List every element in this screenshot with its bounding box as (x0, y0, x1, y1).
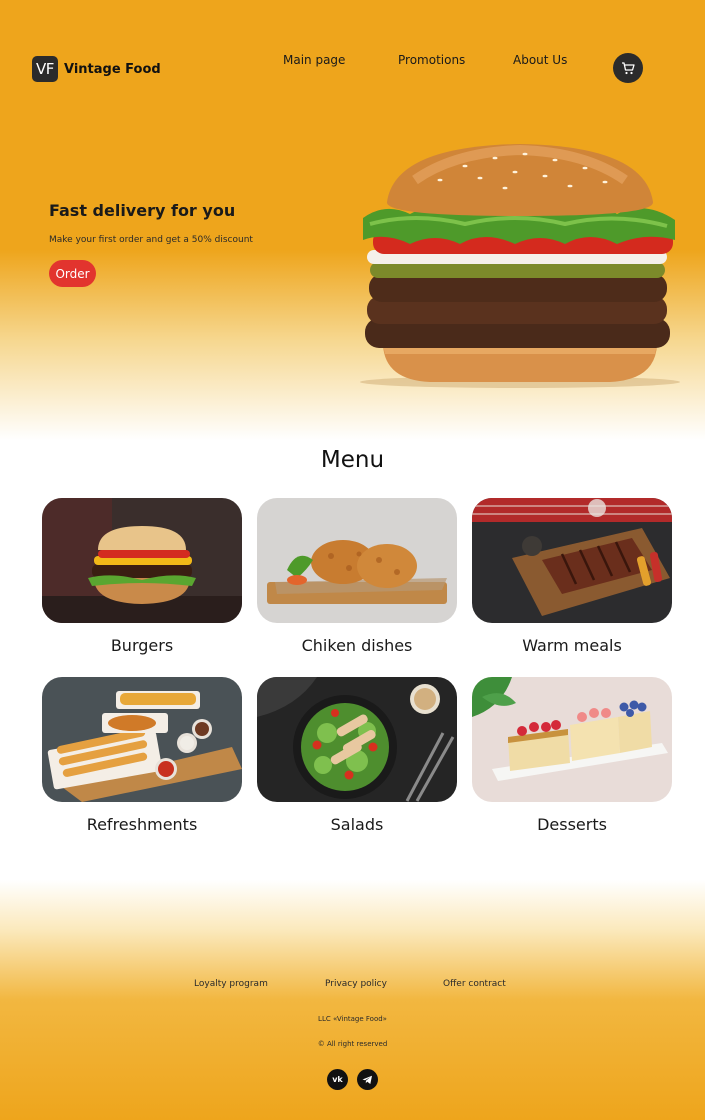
menu-label-warm-meals: Warm meals (522, 636, 622, 655)
footer-copyright: © All right reserved (317, 1040, 388, 1048)
fried-snacks-photo (42, 677, 242, 802)
nav-main-page[interactable]: Main page (283, 53, 345, 67)
logo[interactable]: VF Vintage Food (32, 56, 161, 82)
vk-button[interactable]: vk (327, 1069, 348, 1090)
footer-privacy-policy[interactable]: Privacy policy (325, 979, 387, 989)
menu-card-warm-meals[interactable] (472, 498, 672, 623)
hero-burger-image (360, 144, 680, 388)
telegram-button[interactable] (357, 1069, 378, 1090)
menu-card-salads[interactable] (257, 677, 457, 802)
chicken-photo (257, 498, 457, 623)
footer-offer-contract[interactable]: Offer contract (443, 979, 506, 989)
menu-label-chicken: Chiken dishes (301, 636, 413, 655)
menu-card-refreshments[interactable] (42, 677, 242, 802)
vk-icon: vk (332, 1075, 343, 1084)
menu-label-burgers: Burgers (110, 636, 174, 655)
cheesecake-photo (472, 677, 672, 802)
burger-photo (42, 498, 242, 623)
footer-loyalty-program[interactable]: Loyalty program (194, 979, 268, 989)
telegram-icon (362, 1075, 372, 1084)
hero-subtitle: Make your first order and get a 50% disc… (49, 235, 253, 245)
menu-label-salads: Salads (330, 815, 384, 834)
hero-title: Fast delivery for you (49, 201, 236, 220)
cart-icon (622, 61, 635, 74)
brand-name: Vintage Food (64, 61, 161, 77)
nav-promotions[interactable]: Promotions (398, 53, 465, 67)
menu-label-desserts: Desserts (537, 815, 607, 834)
menu-card-desserts[interactable] (472, 677, 672, 802)
menu-title: Menu (320, 447, 385, 473)
steak-photo (472, 498, 672, 623)
menu-card-burgers[interactable] (42, 498, 242, 623)
cart-button[interactable] (613, 53, 643, 83)
order-button[interactable]: Order (49, 260, 96, 287)
nav-about-us[interactable]: About Us (513, 53, 567, 67)
menu-card-chicken[interactable] (257, 498, 457, 623)
menu-label-refreshments: Refreshments (86, 815, 198, 834)
salad-photo (257, 677, 457, 802)
footer-company: LLC «Vintage Food» (318, 1015, 387, 1023)
logo-badge: VF (32, 56, 58, 82)
